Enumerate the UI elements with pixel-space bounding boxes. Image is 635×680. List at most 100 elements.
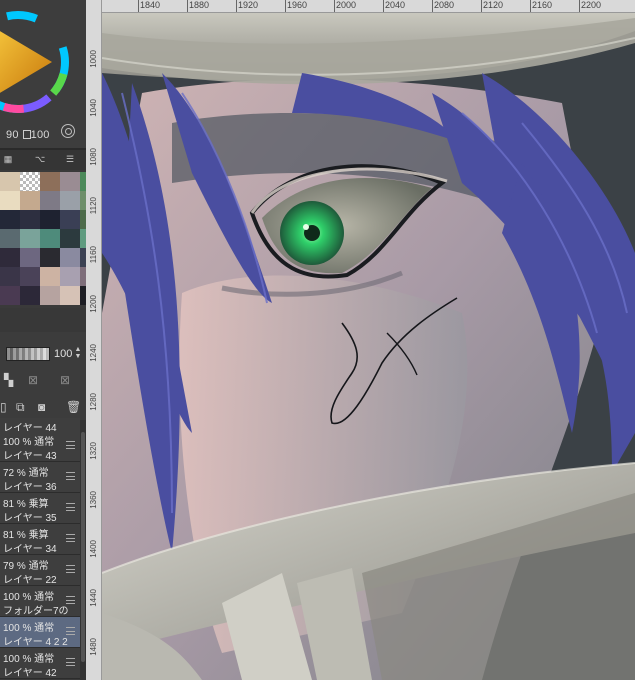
ruler-tick [236,0,237,12]
ruler-label: 2160 [532,0,553,10]
drag-handle-icon[interactable] [66,503,75,511]
ruler-label: 1440 [89,589,98,607]
color-swatch[interactable] [60,267,80,286]
color-swatch[interactable] [0,191,20,210]
ruler-label: 1480 [89,638,98,656]
color-swatch[interactable] [0,248,20,267]
color-swatch[interactable] [20,191,40,210]
layer-row[interactable]: 100 % 通常 フォルダー7の [0,586,80,617]
opacity-stepper[interactable]: ▲ ▼ [74,346,82,360]
layer-row[interactable]: 100 % 通常 レイヤー 4 2 2 [0,617,80,648]
hsv-readout: 90 100 [6,129,50,141]
color-swatch[interactable] [0,210,20,229]
mask-icon[interactable]: ◙ [38,400,45,414]
color-swatch[interactable] [20,229,40,248]
color-swatch[interactable] [20,210,40,229]
ruler-tick [481,0,482,12]
ruler-label: 2080 [434,0,455,10]
ruler-label: 1920 [238,0,259,10]
reference-icon[interactable]: ⊠ [60,373,70,387]
drag-handle-icon[interactable] [66,565,75,573]
horizontal-ruler: 1840 1880 1920 1960 2000 2040 2080 2120 2160 2200 [86,0,635,13]
layer-scroll-thumb[interactable] [81,432,85,662]
layer-row[interactable]: レイヤー 44 [0,418,80,434]
opacity-value[interactable]: 100 [54,348,72,360]
ruler-label: 1960 [287,0,308,10]
ruler-label: 1000 [89,50,98,68]
color-swatch[interactable] [40,286,60,305]
ruler-tick [383,0,384,12]
layer-row[interactable]: 100 % 通常 レイヤー 43 [0,431,80,462]
color-swatch[interactable] [0,172,20,191]
ruler-label: 1040 [89,99,98,117]
drag-handle-icon[interactable] [66,627,75,635]
layer-row[interactable]: 81 % 乗算 レイヤー 35 [0,493,80,524]
palette-tabs: ▦ ⌥ ☰ [0,150,86,170]
layer-name: レイヤー 34 [3,544,57,555]
ruler-label: 2000 [336,0,357,10]
layer-blend-mode: 100 % 通常 [3,654,55,665]
color-swatch[interactable] [0,229,20,248]
color-swatch[interactable] [40,248,60,267]
ruler-label: 1360 [89,491,98,509]
color-swatch[interactable] [60,191,80,210]
layer-row[interactable]: 81 % 乗算 レイヤー 34 [0,524,80,555]
color-swatch[interactable] [20,248,40,267]
drag-handle-icon[interactable] [66,596,75,604]
color-set-palette [0,172,86,308]
color-swatch[interactable] [40,267,60,286]
reset-color-icon[interactable] [61,124,75,138]
color-swatch[interactable] [60,286,80,305]
ruler-label: 2040 [385,0,406,10]
copy-layer-icon[interactable]: ⧉ [16,400,25,414]
trash-icon[interactable]: 🗑 [66,400,81,414]
sliders-icon[interactable]: ☰ [62,153,78,166]
drag-handle-icon[interactable] [66,441,75,449]
clip-icon[interactable]: ⊠ [28,373,38,387]
drag-handle-icon[interactable] [66,472,75,480]
color-swatch[interactable] [20,286,40,305]
new-layer-icon[interactable]: ▯ [0,400,7,414]
color-swatch[interactable] [20,267,40,286]
color-swatch[interactable] [60,229,80,248]
branch-icon[interactable]: ⌥ [32,153,48,166]
ruler-tick [138,0,139,12]
color-swatch[interactable] [60,210,80,229]
color-triangle[interactable] [0,30,52,94]
ruler-label: 1840 [140,0,161,10]
vertical-ruler: 1000 1040 1080 1120 1160 1200 1240 1280 1320 1360… [86,0,102,680]
square-icon [22,130,31,139]
ruler-label: 1280 [89,393,98,411]
canvas-artwork[interactable] [102,13,635,680]
left-panel: 90 100 ▦ ⌥ ☰ 100 ▲ ▼ ▚ ⊠ ⊠ ▯ ⧉ ◙ 🗑 レイヤー 44… [0,0,86,680]
color-swatch[interactable] [60,172,80,191]
color-swatch[interactable] [40,191,60,210]
grid-icon[interactable]: ▦ [0,153,16,166]
ruler-label: 1880 [189,0,210,10]
color-swatch[interactable] [40,210,60,229]
color-swatch[interactable] [0,267,20,286]
opacity-slider[interactable] [6,347,50,361]
color-swatch[interactable] [60,248,80,267]
layer-name: レイヤー 35 [3,513,57,524]
transparent-swatch[interactable] [20,172,40,191]
ruler-label: 2200 [581,0,602,10]
layer-row[interactable]: 72 % 通常 レイヤー 36 [0,462,80,493]
drag-handle-icon[interactable] [66,658,75,666]
color-swatch[interactable] [40,229,60,248]
layer-name: レイヤー 36 [3,482,57,493]
color-swatch[interactable] [0,286,20,305]
drag-handle-icon[interactable] [66,534,75,542]
ruler-tick [432,0,433,12]
color-wheel[interactable] [0,0,86,124]
ruler-label: 1120 [89,197,98,215]
layer-blend-mode: 79 % 通常 [3,561,49,572]
brightness-value: 100 [30,129,50,141]
layer-row[interactable]: 79 % 通常 レイヤー 22 [0,555,80,586]
layer-blend-mode: 81 % 乗算 [3,530,49,541]
color-swatch[interactable] [40,172,60,191]
ruler-label: 1160 [89,246,98,264]
layer-color-icon[interactable]: ▚ [4,373,13,387]
ruler-label: 1400 [89,540,98,558]
layer-row[interactable]: 100 % 通常 レイヤー 42 [0,648,80,679]
